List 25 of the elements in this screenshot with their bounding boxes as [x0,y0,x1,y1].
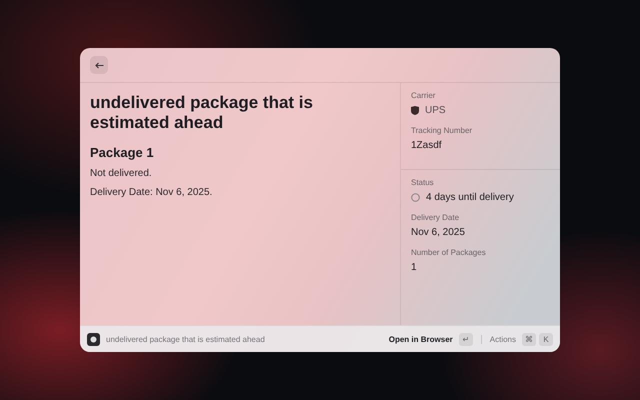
metadata-label: Carrier [411,91,436,100]
metadata-label: Delivery Date [411,213,460,222]
shortcut-key: ⌘ [522,332,536,346]
metadata-value: 1Zasdf [411,140,442,151]
metadata-value: 1 [411,262,417,273]
shortcut-key: ↵ [458,332,473,346]
back-arrow-icon [94,62,104,68]
detail-text: Delivery Date: Nov 6, 2025. [90,187,214,198]
metadata-value: Nov 6, 2025 [411,227,465,238]
metadata-label: Number of Packages [411,248,487,257]
detail-title: undelivered package that is estimated ahead [90,93,314,133]
app-icon [87,332,100,346]
section-heading: Package 1 [90,145,155,160]
detail-text: Not delivered. [90,168,153,179]
metadata-label: Status [411,178,435,187]
metadata-value: UPS [425,105,446,116]
open-in-browser-button[interactable]: Open in Browser [388,334,453,344]
shield-icon [411,106,419,115]
shortcut-key: K [539,332,553,346]
metadata-value: 4 days until delivery [426,192,514,203]
metadata-label: Tracking Number [411,126,474,135]
back-button[interactable] [90,56,108,74]
action-bar-title: undelivered package that is estimated ahead [106,334,266,344]
actions-button[interactable]: Actions [490,334,516,344]
progress-circle-icon [411,193,420,202]
